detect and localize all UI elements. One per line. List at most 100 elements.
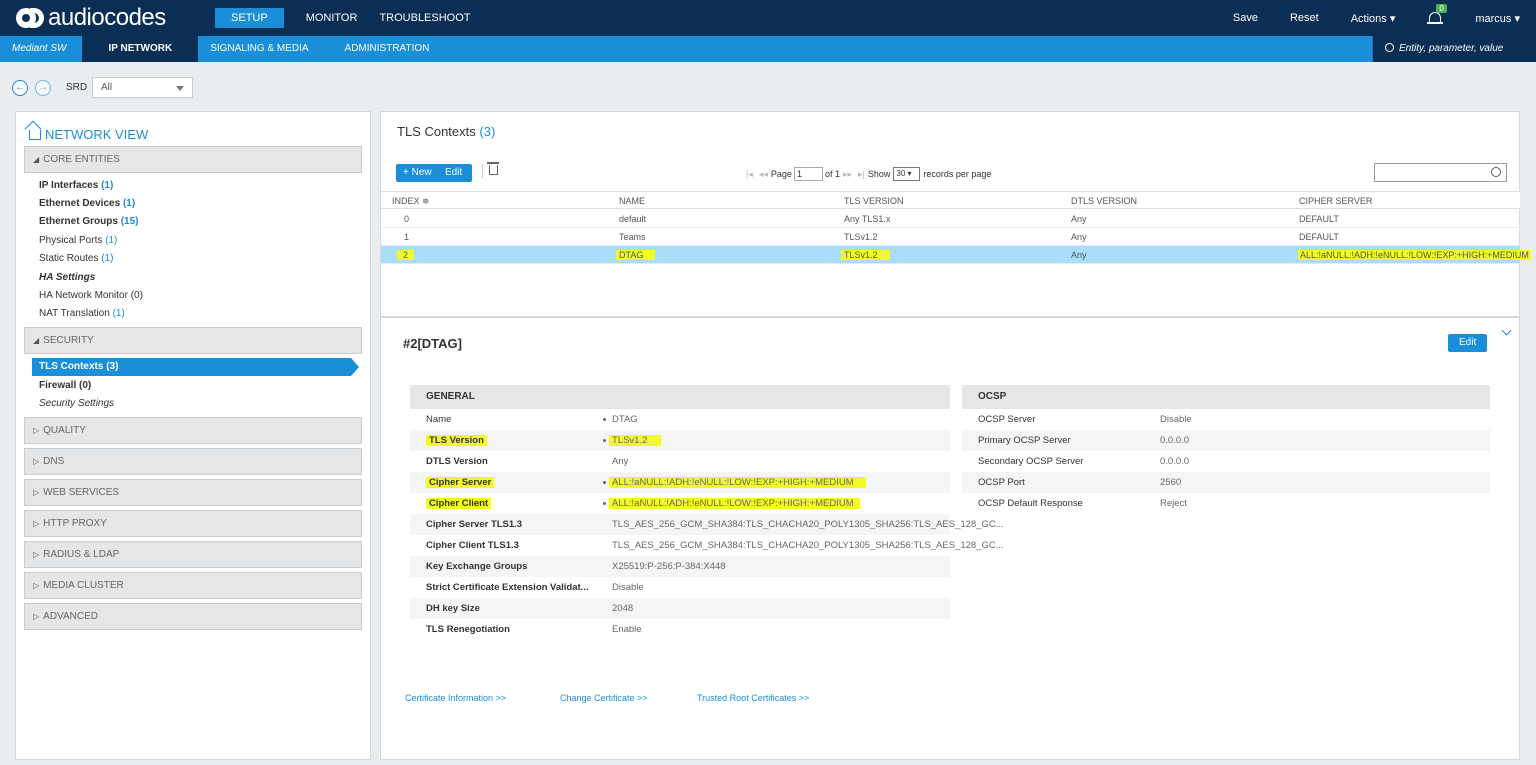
sidebar-item-physical-ports[interactable]: Physical Ports (1) [39, 235, 117, 246]
param-row-cipher-server-tls13: Cipher Server TLS1.3 TLS_AES_256_GCM_SHA3… [410, 514, 1004, 535]
logo-text: audiocodes [48, 4, 166, 31]
param-row-primary-ocsp-server: Primary OCSP Server 0.0.0.0 [962, 430, 1490, 451]
sidebar-item-firewall[interactable]: Firewall (0) [39, 380, 91, 391]
sub-nav: Mediant SW IP NETWORK SIGNALING & MEDIA … [0, 36, 1536, 62]
tab-signaling-media[interactable]: SIGNALING & MEDIA [198, 36, 328, 62]
trusted-root-certificates-link[interactable]: Trusted Root Certificates >> [697, 693, 809, 703]
column-cipher-server[interactable]: CIPHER SERVER [1299, 192, 1372, 210]
certificate-information-link[interactable]: Certificate Information >> [405, 693, 506, 703]
reset-button[interactable]: Reset [1290, 12, 1319, 24]
sidebar-item-ethernet-devices[interactable]: Ethernet Devices (1) [39, 198, 135, 209]
forward-arrow-icon[interactable]: → [35, 80, 51, 96]
audiocodes-logo[interactable]: audiocodes [16, 4, 166, 31]
param-row-cipher-server: Cipher Server ALL:!aNULL:!ADH:!eNULL:!LOW… [410, 472, 950, 493]
section-advanced[interactable]: ▷ ADVANCED [24, 603, 362, 630]
tab-setup[interactable]: SETUP [215, 8, 284, 28]
next-page-icon[interactable]: ▸▸ [843, 169, 852, 180]
triangle-right-icon: ▷ [33, 519, 40, 528]
column-index[interactable]: INDEX ≑ [392, 192, 430, 210]
detail-title: #2[DTAG] [403, 336, 462, 351]
param-row-key-exchange-groups: Key Exchange Groups X25519:P-256:P-384:X4… [410, 556, 950, 577]
srd-select[interactable]: All [92, 77, 193, 98]
section-radius-ldap[interactable]: ▷ RADIUS & LDAP [24, 541, 362, 568]
sidebar-item-ethernet-groups[interactable]: Ethernet Groups (15) [39, 216, 138, 227]
sidebar-item-nat-translation[interactable]: NAT Translation (1) [39, 308, 125, 319]
sidebar-item-ha-settings[interactable]: HA Settings [39, 272, 95, 283]
chevron-down-icon[interactable] [1501, 325, 1512, 336]
logo-mark-icon [16, 7, 46, 29]
triangle-right-icon: ▷ [33, 612, 40, 621]
change-certificate-link[interactable]: Change Certificate >> [560, 693, 648, 703]
param-row-ocsp-default-response: OCSP Default Response Reject [978, 498, 1187, 509]
last-page-icon[interactable]: ▸| [858, 169, 865, 180]
srd-label: SRD [66, 82, 88, 93]
section-core-entities[interactable]: ◢ CORE ENTITIES [24, 146, 362, 173]
sidebar-item-static-routes[interactable]: Static Routes (1) [39, 253, 114, 264]
triangle-right-icon: ▷ [33, 457, 40, 466]
notification-badge: 0 [1436, 4, 1447, 13]
sidebar-item-tls-contexts[interactable]: TLS Contexts (3) [32, 358, 359, 376]
back-arrow-icon[interactable]: ← [12, 80, 28, 96]
product-name: Mediant SW [12, 43, 67, 54]
table-search-input[interactable] [1374, 163, 1507, 182]
srd-value: All [101, 82, 113, 93]
column-tls-version[interactable]: TLS VERSION [844, 192, 904, 210]
notification-bell-icon[interactable]: 0 [1427, 4, 1447, 27]
table-row-selected[interactable]: 2 DTAG TLSv1.2 Any ALL:!aNULL:!ADH:!eNUL… [381, 246, 1531, 264]
section-web-services[interactable]: ▷ WEB SERVICES [24, 479, 362, 506]
table-row[interactable]: 1 Teams TLSv1.2 Any DEFAULT [381, 228, 1520, 246]
table-row[interactable]: 0 default Any TLS1.x Any DEFAULT [381, 210, 1520, 228]
sidebar-item-ha-network-monitor[interactable]: HA Network Monitor (0) [39, 290, 143, 301]
param-row-secondary-ocsp-server: Secondary OCSP Server 0.0.0.0 [978, 456, 1190, 467]
param-row-dh-key-size: DH key Size 2048 [410, 598, 950, 619]
triangle-down-icon: ◢ [33, 336, 40, 345]
param-row-strict-cert-validation: Strict Certificate Extension Validat... D… [426, 582, 644, 593]
search-placeholder: Entity, parameter, value [1399, 43, 1504, 54]
edit-button[interactable]: Edit [435, 164, 473, 182]
search-icon [1491, 167, 1501, 177]
section-quality[interactable]: ▷ QUALITY [24, 417, 362, 444]
section-http-proxy[interactable]: ▷ HTTP PROXY [24, 510, 362, 537]
actions-menu[interactable]: Actions ▾ [1351, 12, 1396, 25]
tab-ip-network[interactable]: IP NETWORK [82, 36, 199, 62]
detail-panel: #2[DTAG] Edit GENERAL Name DTAG TLS Versi… [380, 317, 1520, 760]
sidebar-item-security-settings[interactable]: Security Settings [39, 398, 114, 409]
tab-administration[interactable]: ADMINISTRATION [329, 36, 446, 62]
sidebar-item-ip-interfaces[interactable]: IP Interfaces (1) [39, 180, 113, 191]
prev-page-icon[interactable]: ◂◂ [759, 169, 768, 180]
tab-monitor[interactable]: MONITOR [306, 8, 358, 28]
new-button[interactable]: + New [396, 164, 439, 182]
section-security[interactable]: ◢ SECURITY [24, 327, 362, 354]
global-search-input[interactable]: Entity, parameter, value [1372, 36, 1536, 62]
param-row-ocsp-server: OCSP Server Disable [978, 414, 1192, 425]
records-per-page-select[interactable]: 30 ▾ [893, 167, 921, 181]
home-icon [29, 130, 41, 140]
save-button[interactable]: Save [1233, 12, 1258, 24]
param-row-tls-renegotiation: TLS Renegotiation Enable [426, 624, 642, 635]
column-dtls-version[interactable]: DTLS VERSION [1071, 192, 1137, 210]
toolbar-divider [482, 164, 483, 178]
triangle-down-icon: ◢ [33, 155, 40, 164]
network-view-title[interactable]: NETWORK VIEW [29, 127, 148, 142]
param-row-tls-version: TLS Version TLSv1.2 [410, 430, 950, 451]
page-number-input[interactable]: 1 [793, 167, 823, 181]
param-row-ocsp-port: OCSP Port 2560 [962, 472, 1490, 493]
main-nav: SETUP MONITOR TROUBLESHOOT [215, 8, 493, 28]
header-actions: Save Reset Actions ▾ 0 marcus ▾ [1201, 0, 1520, 36]
general-group-header: GENERAL [410, 385, 950, 409]
user-menu[interactable]: marcus ▾ [1475, 12, 1520, 25]
trash-icon[interactable] [487, 162, 499, 175]
table-header: INDEX ≑ NAME TLS VERSION DTLS VERSION CI… [381, 191, 1520, 209]
param-row-cipher-client: Cipher Client ALL:!aNULL:!ADH:!eNULL:!LOW… [410, 493, 950, 514]
column-name[interactable]: NAME [619, 192, 645, 210]
pagination: |◂ ◂◂ Page 1 of 1 ▸▸ ▸| Show 30 ▾ record… [746, 167, 992, 181]
top-header: audiocodes SETUP MONITOR TROUBLESHOOT Sa… [0, 0, 1536, 36]
triangle-right-icon: ▷ [33, 488, 40, 497]
detail-edit-button[interactable]: Edit [1448, 334, 1488, 352]
tls-contexts-table-panel: TLS Contexts (3) + New Edit |◂ ◂◂ Page 1… [380, 111, 1531, 317]
section-media-cluster[interactable]: ▷ MEDIA CLUSTER [24, 572, 362, 599]
first-page-icon[interactable]: |◂ [746, 169, 753, 180]
triangle-right-icon: ▷ [33, 581, 40, 590]
section-dns[interactable]: ▷ DNS [24, 448, 362, 475]
tab-troubleshoot[interactable]: TROUBLESHOOT [379, 8, 470, 28]
